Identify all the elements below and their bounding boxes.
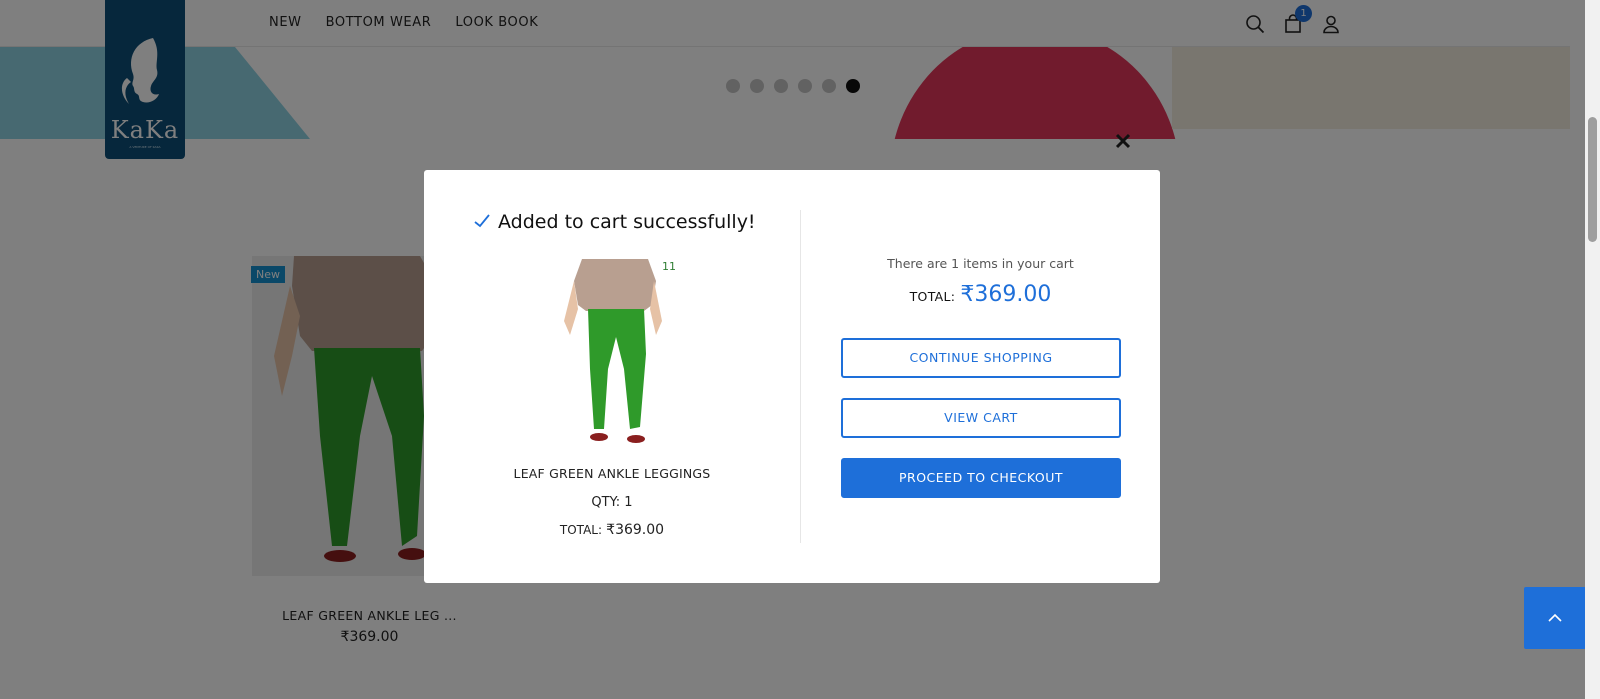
grand-total-value: ₹369.00 [960, 282, 1052, 307]
chevron-up-icon [1548, 613, 1562, 622]
grand-total-label: TOTAL: [909, 289, 956, 304]
modal-title: Added to cart successfully! [498, 211, 756, 233]
size-label: 11 [662, 260, 676, 273]
checkmark-icon [474, 213, 490, 232]
cart-item-total-value: ₹369.00 [606, 522, 665, 538]
cart-item-qty: QTY: 1 [591, 495, 633, 510]
modal-cart-summary: There are 1 items in your cart TOTAL: ₹3… [801, 170, 1160, 583]
modal-title-row: Added to cart successfully! [474, 211, 756, 233]
cart-item-name: LEAF GREEN ANKLE LEGGINGS [513, 466, 711, 481]
cart-count-text: There are 1 items in your cart [887, 256, 1074, 271]
close-icon[interactable] [1112, 130, 1134, 152]
cart-item-image [544, 259, 684, 451]
proceed-to-checkout-button[interactable]: PROCEED TO CHECKOUT [841, 458, 1121, 498]
scroll-to-top-button[interactable] [1524, 587, 1586, 649]
view-cart-button[interactable]: VIEW CART [841, 398, 1121, 438]
scrollbar-thumb[interactable] [1588, 117, 1597, 242]
cart-item-total-label: TOTAL: [559, 523, 603, 537]
page-scrollbar[interactable] [1585, 0, 1600, 699]
continue-shopping-button[interactable]: CONTINUE SHOPPING [841, 338, 1121, 378]
added-to-cart-modal: Added to cart successfully! 11 LEAF GREE… [424, 170, 1160, 583]
cart-item-total: TOTAL: ₹369.00 [424, 522, 800, 538]
modal-product-panel: Added to cart successfully! 11 LEAF GREE… [424, 170, 800, 583]
cart-grand-total: TOTAL: ₹369.00 [801, 282, 1160, 307]
